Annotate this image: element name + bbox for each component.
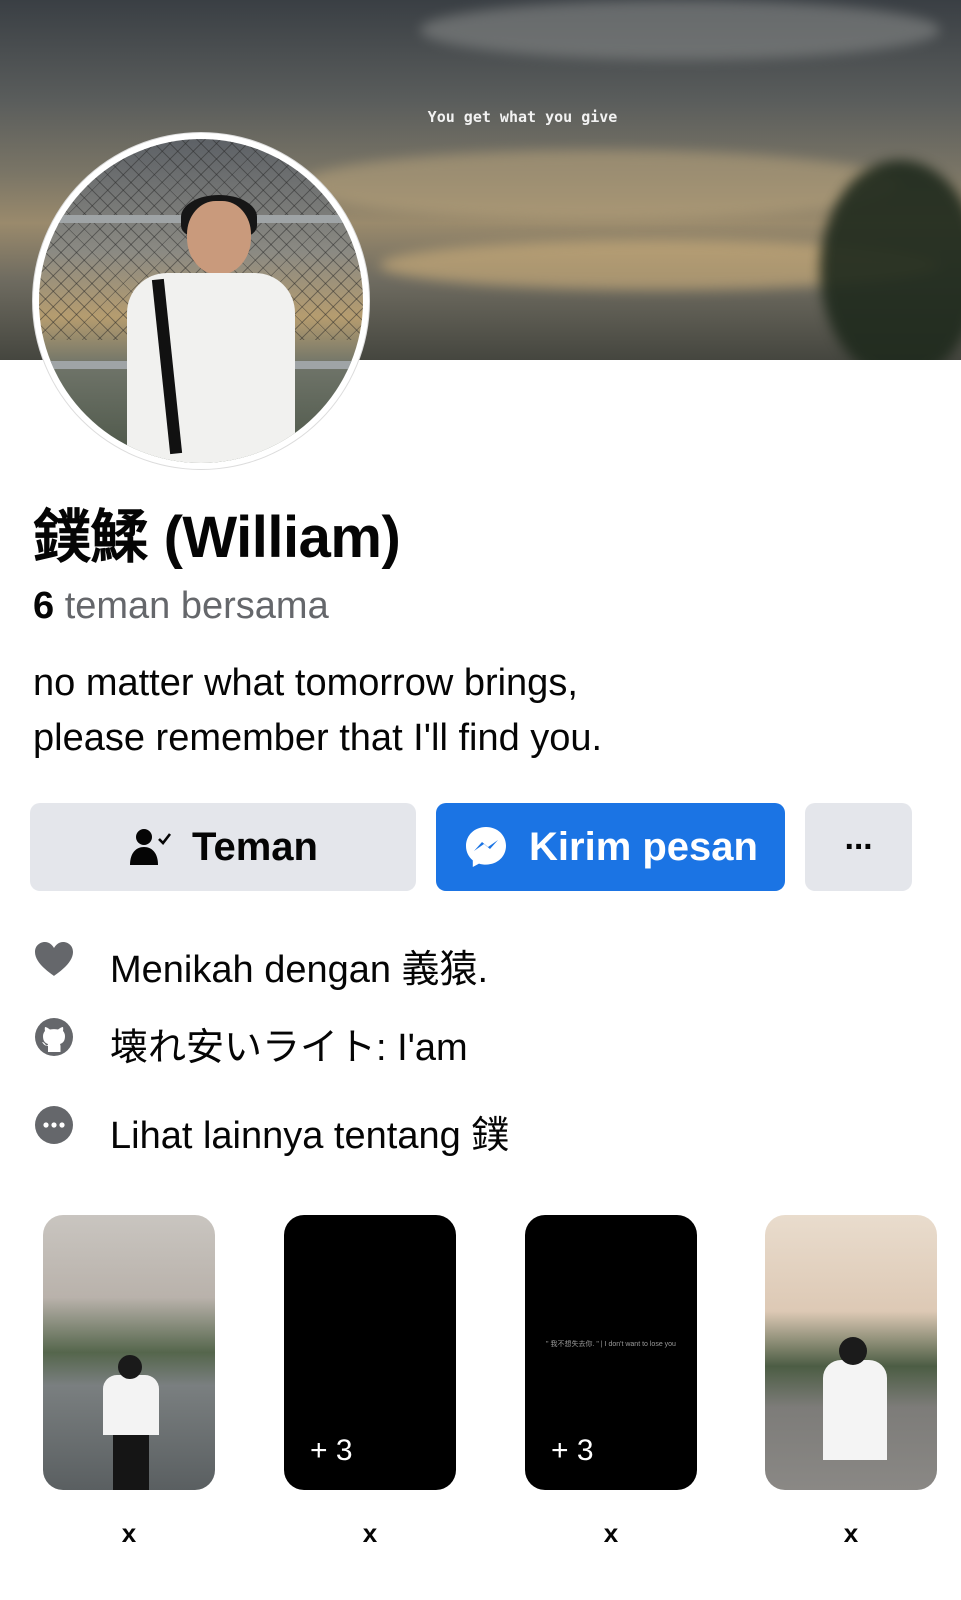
- person-head: [118, 1355, 142, 1379]
- story-label: x: [121, 1518, 137, 1548]
- story-highlight[interactable]: [765, 1215, 937, 1490]
- messenger-icon: [463, 824, 509, 870]
- story-count: + 3: [551, 1434, 594, 1467]
- friends-button[interactable]: Teman: [30, 803, 416, 891]
- story-label: x: [603, 1518, 619, 1548]
- heart-icon: [33, 938, 75, 980]
- mutual-label: teman bersama: [64, 585, 329, 627]
- story-label: x: [843, 1518, 859, 1548]
- cloud-shape: [420, 0, 940, 60]
- github-row[interactable]: 壊れ安いライト: I'am: [33, 1016, 468, 1069]
- story-highlight[interactable]: + 3: [284, 1215, 456, 1490]
- profile-name: 鏷鰇 (William): [33, 505, 401, 570]
- person-body: [127, 273, 295, 463]
- send-message-label: Kirim pesan: [529, 824, 758, 869]
- story-caption: " 我不想失去你. " | I don't want to lose you: [546, 1341, 676, 1348]
- profile-bio: no matter what tomorrow brings, please r…: [33, 656, 602, 766]
- see-more-text: Lihat lainnya tentang 鏷: [110, 1115, 510, 1157]
- friend-check-icon: [128, 827, 172, 867]
- more-options-button[interactable]: ···: [805, 803, 912, 891]
- more-options-icon: ···: [844, 827, 875, 866]
- mutual-count: 6: [33, 585, 55, 627]
- profile-avatar[interactable]: [33, 133, 369, 469]
- avatar-photo: [39, 139, 363, 463]
- person-pants: [113, 1435, 149, 1490]
- see-more-row[interactable]: Lihat lainnya tentang 鏷: [33, 1104, 509, 1157]
- story-highlight[interactable]: [43, 1215, 215, 1490]
- more-dots-icon: [33, 1104, 75, 1146]
- person-head: [187, 201, 251, 275]
- cloud-shape: [300, 150, 900, 220]
- story-highlight[interactable]: " 我不想失去你. " | I don't want to lose you +…: [525, 1215, 697, 1490]
- person-shirt: [823, 1360, 887, 1460]
- github-icon: [33, 1016, 75, 1058]
- bio-line: please remember that I'll find you.: [33, 717, 603, 759]
- relationship-text: Menikah dengan 義猿.: [110, 949, 489, 991]
- person-shirt: [103, 1375, 159, 1435]
- send-message-button[interactable]: Kirim pesan: [436, 803, 785, 891]
- cover-quote: You get what you give: [427, 108, 618, 126]
- github-text: 壊れ安いライト: I'am: [110, 1027, 468, 1069]
- story-count: + 3: [310, 1434, 353, 1467]
- mutual-friends[interactable]: 6 teman bersama: [33, 585, 329, 628]
- bio-line: no matter what tomorrow brings,: [33, 662, 578, 704]
- story-label: x: [362, 1518, 378, 1548]
- person-head: [839, 1337, 867, 1365]
- friends-button-label: Teman: [192, 824, 318, 869]
- relationship-row: Menikah dengan 義猿.: [33, 938, 488, 991]
